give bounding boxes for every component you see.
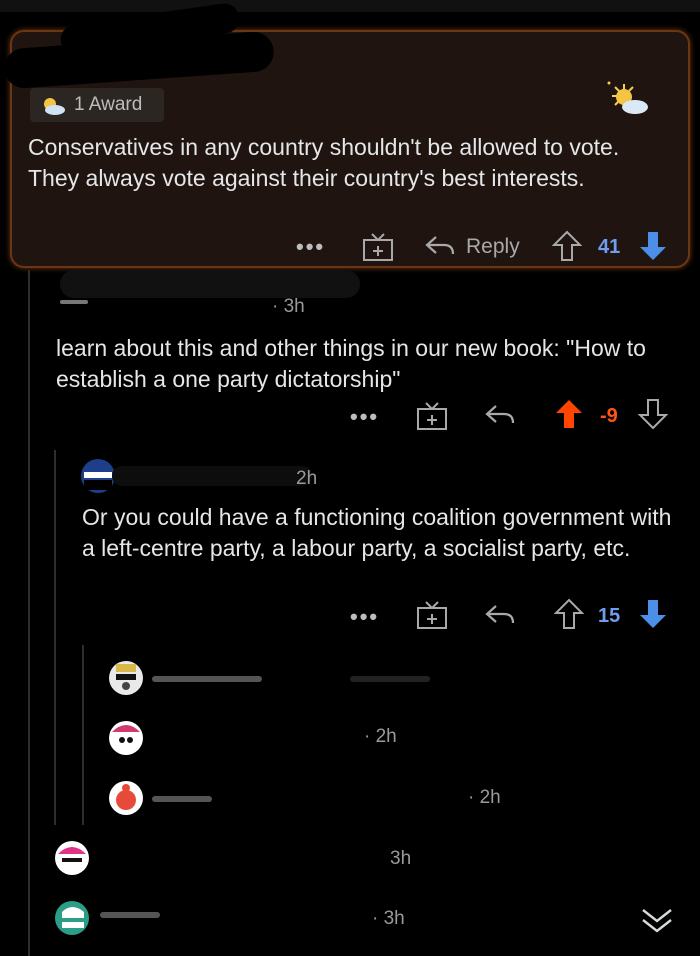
collapsed-timestamp: · 3h <box>372 908 405 929</box>
avatar[interactable] <box>108 780 144 816</box>
reply-icon[interactable] <box>484 603 516 627</box>
highlighted-comment-text: Conservatives in any country shouldn't b… <box>28 134 620 191</box>
thread-line <box>82 645 84 825</box>
collapsed-timestamp: · 2h <box>468 787 501 808</box>
upvote-icon[interactable] <box>552 230 582 262</box>
score: 41 <box>598 236 621 258</box>
more-options-button[interactable]: ••• <box>350 404 379 430</box>
downvote-icon[interactable] <box>638 230 668 262</box>
timestamp: 2h <box>296 468 318 489</box>
top-bar <box>0 0 700 12</box>
avatar[interactable] <box>80 458 116 494</box>
thread-line <box>28 270 30 956</box>
award-label: 1 Award <box>74 94 143 115</box>
username <box>152 796 212 802</box>
username <box>100 912 160 918</box>
award-badge[interactable]: 1 Award <box>30 88 164 122</box>
score: -9 <box>600 405 618 427</box>
redacted-header <box>60 270 360 298</box>
downvote-icon[interactable] <box>638 598 668 630</box>
collapsed-timestamp: · 2h <box>364 726 397 747</box>
upvote-icon[interactable] <box>554 598 584 630</box>
avatar[interactable] <box>54 900 90 936</box>
username <box>350 676 430 682</box>
reply-icon[interactable] <box>424 234 456 258</box>
timestamp: · 3h <box>272 296 305 317</box>
gift-award-icon[interactable] <box>362 232 394 262</box>
reply-button[interactable]: Reply <box>466 235 520 259</box>
reply-1-text: learn about this and other things in our… <box>56 335 646 392</box>
reply-2-text: Or you could have a functioning coalitio… <box>82 504 672 561</box>
collapsed-timestamp: 3h <box>390 848 412 869</box>
more-options-button[interactable]: ••• <box>350 604 379 630</box>
award-icon <box>44 98 65 115</box>
score: 15 <box>598 605 621 627</box>
avatar[interactable] <box>108 720 144 756</box>
reply-icon[interactable] <box>484 403 516 427</box>
upvote-icon[interactable] <box>554 398 584 430</box>
thread-line <box>54 450 56 825</box>
username <box>152 676 262 682</box>
username <box>60 300 88 304</box>
downvote-icon[interactable] <box>638 398 668 430</box>
more-options-button[interactable]: ••• <box>296 234 325 260</box>
avatar[interactable] <box>54 840 90 876</box>
redacted-header <box>112 466 312 486</box>
avatar[interactable] <box>108 660 144 696</box>
chevron-down-icon[interactable] <box>640 906 674 936</box>
gift-award-icon[interactable] <box>416 401 448 431</box>
gift-award-icon[interactable] <box>416 600 448 630</box>
sun-cloud-award-icon <box>607 81 648 114</box>
